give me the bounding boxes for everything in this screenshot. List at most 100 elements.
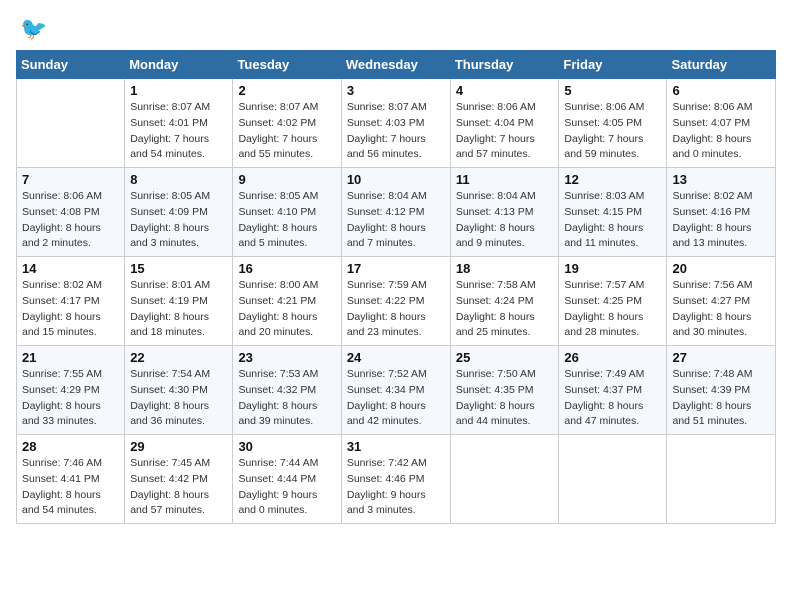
day-info: Sunrise: 7:50 AM Sunset: 4:35 PM Dayligh… <box>456 367 554 430</box>
calendar-table: SundayMondayTuesdayWednesdayThursdayFrid… <box>16 50 776 524</box>
day-number: 4 <box>456 83 554 98</box>
calendar-cell: 28 Sunrise: 7:46 AM Sunset: 4:41 PM Dayli… <box>17 435 125 524</box>
day-info: Sunrise: 7:48 AM Sunset: 4:39 PM Dayligh… <box>672 367 770 430</box>
day-info: Sunrise: 7:58 AM Sunset: 4:24 PM Dayligh… <box>456 278 554 341</box>
calendar-cell: 14Sunrise: 8:02 AM Sunset: 4:17 PM Dayli… <box>17 257 125 346</box>
day-number: 18 <box>456 261 554 276</box>
calendar-cell: 4 Sunrise: 8:06 AM Sunset: 4:04 PM Daylig… <box>450 79 559 168</box>
calendar-cell <box>17 79 125 168</box>
day-info: Sunrise: 8:04 AM Sunset: 4:13 PM Dayligh… <box>456 189 554 252</box>
day-info: Sunrise: 8:05 AM Sunset: 4:09 PM Dayligh… <box>130 189 227 252</box>
day-number: 8 <box>130 172 227 187</box>
calendar-cell: 24 Sunrise: 7:52 AM Sunset: 4:34 PM Dayli… <box>341 346 450 435</box>
day-info: Sunrise: 8:06 AM Sunset: 4:07 PM Dayligh… <box>672 100 770 163</box>
calendar-cell: 5Sunrise: 8:06 AM Sunset: 4:05 PM Daylig… <box>559 79 667 168</box>
day-info: Sunrise: 7:57 AM Sunset: 4:25 PM Dayligh… <box>564 278 661 341</box>
calendar-week-row: 28 Sunrise: 7:46 AM Sunset: 4:41 PM Dayli… <box>17 435 776 524</box>
calendar-cell <box>667 435 776 524</box>
day-info: Sunrise: 7:49 AM Sunset: 4:37 PM Dayligh… <box>564 367 661 430</box>
day-number: 31 <box>347 439 445 454</box>
day-number: 26 <box>564 350 661 365</box>
day-number: 22 <box>130 350 227 365</box>
weekday-header-wednesday: Wednesday <box>341 51 450 79</box>
calendar-cell: 22 Sunrise: 7:54 AM Sunset: 4:30 PM Dayli… <box>125 346 233 435</box>
day-number: 25 <box>456 350 554 365</box>
day-info: Sunrise: 7:52 AM Sunset: 4:34 PM Dayligh… <box>347 367 445 430</box>
page-header: 🐦 <box>16 16 776 42</box>
day-info: Sunrise: 8:06 AM Sunset: 4:04 PM Dayligh… <box>456 100 554 163</box>
day-info: Sunrise: 8:06 AM Sunset: 4:08 PM Dayligh… <box>22 189 119 252</box>
weekday-header-sunday: Sunday <box>17 51 125 79</box>
calendar-cell: 30Sunrise: 7:44 AM Sunset: 4:44 PM Dayli… <box>233 435 341 524</box>
day-info: Sunrise: 7:56 AM Sunset: 4:27 PM Dayligh… <box>672 278 770 341</box>
day-number: 11 <box>456 172 554 187</box>
calendar-cell: 31 Sunrise: 7:42 AM Sunset: 4:46 PM Dayli… <box>341 435 450 524</box>
weekday-header-friday: Friday <box>559 51 667 79</box>
day-number: 15 <box>130 261 227 276</box>
day-number: 12 <box>564 172 661 187</box>
calendar-cell: 8 Sunrise: 8:05 AM Sunset: 4:09 PM Daylig… <box>125 168 233 257</box>
day-number: 19 <box>564 261 661 276</box>
calendar-cell: 26 Sunrise: 7:49 AM Sunset: 4:37 PM Dayli… <box>559 346 667 435</box>
calendar-cell: 10Sunrise: 8:04 AM Sunset: 4:12 PM Dayli… <box>341 168 450 257</box>
day-info: Sunrise: 7:42 AM Sunset: 4:46 PM Dayligh… <box>347 456 445 519</box>
calendar-cell: 2Sunrise: 8:07 AM Sunset: 4:02 PM Daylig… <box>233 79 341 168</box>
calendar-cell: 23Sunrise: 7:53 AM Sunset: 4:32 PM Dayli… <box>233 346 341 435</box>
calendar-cell: 16 Sunrise: 8:00 AM Sunset: 4:21 PM Dayli… <box>233 257 341 346</box>
calendar-cell: 3 Sunrise: 8:07 AM Sunset: 4:03 PM Daylig… <box>341 79 450 168</box>
calendar-cell: 11 Sunrise: 8:04 AM Sunset: 4:13 PM Dayli… <box>450 168 559 257</box>
day-info: Sunrise: 8:00 AM Sunset: 4:21 PM Dayligh… <box>238 278 335 341</box>
day-info: Sunrise: 7:54 AM Sunset: 4:30 PM Dayligh… <box>130 367 227 430</box>
calendar-cell: 1 Sunrise: 8:07 AM Sunset: 4:01 PM Daylig… <box>125 79 233 168</box>
day-number: 3 <box>347 83 445 98</box>
day-info: Sunrise: 8:07 AM Sunset: 4:03 PM Dayligh… <box>347 100 445 163</box>
calendar-cell: 9 Sunrise: 8:05 AM Sunset: 4:10 PM Daylig… <box>233 168 341 257</box>
calendar-cell: 17 Sunrise: 7:59 AM Sunset: 4:22 PM Dayli… <box>341 257 450 346</box>
calendar-week-row: 14Sunrise: 8:02 AM Sunset: 4:17 PM Dayli… <box>17 257 776 346</box>
day-number: 16 <box>238 261 335 276</box>
weekday-header-tuesday: Tuesday <box>233 51 341 79</box>
day-number: 28 <box>22 439 119 454</box>
calendar-cell: 7Sunrise: 8:06 AM Sunset: 4:08 PM Daylig… <box>17 168 125 257</box>
day-number: 2 <box>238 83 335 98</box>
day-number: 9 <box>238 172 335 187</box>
day-number: 13 <box>672 172 770 187</box>
calendar-cell: 15 Sunrise: 8:01 AM Sunset: 4:19 PM Dayli… <box>125 257 233 346</box>
weekday-header-row: SundayMondayTuesdayWednesdayThursdayFrid… <box>17 51 776 79</box>
day-info: Sunrise: 8:05 AM Sunset: 4:10 PM Dayligh… <box>238 189 335 252</box>
day-info: Sunrise: 8:07 AM Sunset: 4:01 PM Dayligh… <box>130 100 227 163</box>
day-number: 6 <box>672 83 770 98</box>
day-info: Sunrise: 8:06 AM Sunset: 4:05 PM Dayligh… <box>564 100 661 163</box>
calendar-cell: 29 Sunrise: 7:45 AM Sunset: 4:42 PM Dayli… <box>125 435 233 524</box>
calendar-cell: 19 Sunrise: 7:57 AM Sunset: 4:25 PM Dayli… <box>559 257 667 346</box>
day-info: Sunrise: 8:02 AM Sunset: 4:17 PM Dayligh… <box>22 278 119 341</box>
day-number: 17 <box>347 261 445 276</box>
day-number: 29 <box>130 439 227 454</box>
day-info: Sunrise: 7:59 AM Sunset: 4:22 PM Dayligh… <box>347 278 445 341</box>
weekday-header-saturday: Saturday <box>667 51 776 79</box>
day-info: Sunrise: 8:01 AM Sunset: 4:19 PM Dayligh… <box>130 278 227 341</box>
weekday-header-thursday: Thursday <box>450 51 559 79</box>
calendar-cell: 25 Sunrise: 7:50 AM Sunset: 4:35 PM Dayli… <box>450 346 559 435</box>
day-info: Sunrise: 8:04 AM Sunset: 4:12 PM Dayligh… <box>347 189 445 252</box>
calendar-cell <box>450 435 559 524</box>
day-number: 1 <box>130 83 227 98</box>
calendar-cell: 13 Sunrise: 8:02 AM Sunset: 4:16 PM Dayli… <box>667 168 776 257</box>
calendar-cell: 18 Sunrise: 7:58 AM Sunset: 4:24 PM Dayli… <box>450 257 559 346</box>
day-info: Sunrise: 8:02 AM Sunset: 4:16 PM Dayligh… <box>672 189 770 252</box>
day-info: Sunrise: 7:45 AM Sunset: 4:42 PM Dayligh… <box>130 456 227 519</box>
calendar-week-row: 21Sunrise: 7:55 AM Sunset: 4:29 PM Dayli… <box>17 346 776 435</box>
calendar-week-row: 1 Sunrise: 8:07 AM Sunset: 4:01 PM Daylig… <box>17 79 776 168</box>
calendar-cell: 21Sunrise: 7:55 AM Sunset: 4:29 PM Dayli… <box>17 346 125 435</box>
calendar-week-row: 7Sunrise: 8:06 AM Sunset: 4:08 PM Daylig… <box>17 168 776 257</box>
bird-icon: 🐦 <box>20 16 47 42</box>
logo: 🐦 <box>16 16 47 42</box>
day-number: 20 <box>672 261 770 276</box>
calendar-cell: 20 Sunrise: 7:56 AM Sunset: 4:27 PM Dayli… <box>667 257 776 346</box>
calendar-cell: 6 Sunrise: 8:06 AM Sunset: 4:07 PM Daylig… <box>667 79 776 168</box>
day-info: Sunrise: 7:53 AM Sunset: 4:32 PM Dayligh… <box>238 367 335 430</box>
day-number: 24 <box>347 350 445 365</box>
day-info: Sunrise: 8:03 AM Sunset: 4:15 PM Dayligh… <box>564 189 661 252</box>
day-info: Sunrise: 7:46 AM Sunset: 4:41 PM Dayligh… <box>22 456 119 519</box>
day-number: 21 <box>22 350 119 365</box>
